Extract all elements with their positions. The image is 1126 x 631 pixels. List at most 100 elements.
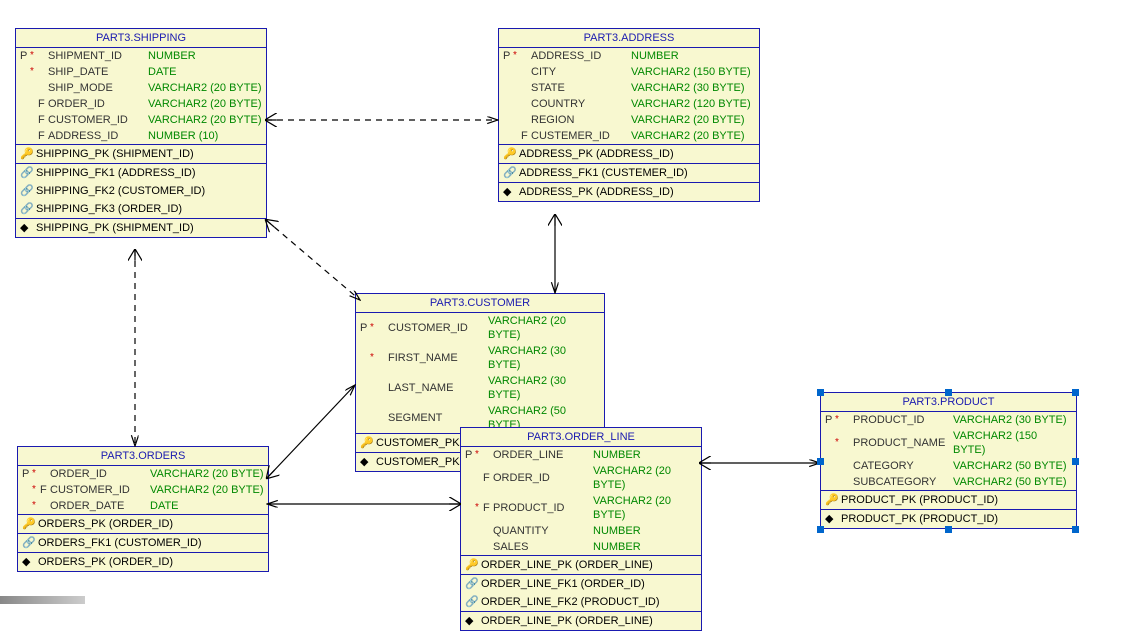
selection-handle[interactable] [945,389,952,396]
columns-section: P*CUSTOMER_IDVARCHAR2 (20 BYTE)*FIRST_NA… [356,313,604,434]
entity-title: PART3.ADDRESS [499,29,759,48]
entity-orders[interactable]: PART3.ORDERS P*ORDER_IDVARCHAR2 (20 BYTE… [17,446,269,572]
pk-row: 🔑ORDER_LINE_PK (ORDER_LINE) [461,556,701,575]
index-icon: ◆ [20,221,36,235]
selection-handle[interactable] [817,526,824,533]
pk-label: SHIPPING_PK (SHIPMENT_ID) [36,147,194,161]
column-row: SUBCATEGORYVARCHAR2 (50 BYTE) [821,474,1076,490]
pk-row: 🔑ORDERS_PK (ORDER_ID) [18,515,268,534]
column-type: VARCHAR2 (20 BYTE) [593,464,697,492]
selection-handle[interactable] [1072,526,1079,533]
fk-row: 🔗ADDRESS_FK1 (CUSTEMER_ID) [499,164,759,182]
selection-handle[interactable] [945,526,952,533]
column-row: SHIP_MODEVARCHAR2 (20 BYTE) [16,80,266,96]
pk-label: ORDER_LINE_PK (ORDER_LINE) [481,558,653,572]
column-type: VARCHAR2 (30 BYTE) [631,81,755,95]
fk-icon: 🔗 [20,184,36,198]
fk-label: ORDERS_FK1 (CUSTOMER_ID) [38,536,202,550]
key-icon: 🔑 [22,517,38,531]
column-type: DATE [150,499,264,513]
column-row: CITYVARCHAR2 (150 BYTE) [499,64,759,80]
column-name: ORDER_ID [493,471,593,485]
idx-row: ◆SHIPPING_PK (SHIPMENT_ID) [16,219,266,237]
column-type: VARCHAR2 (20 BYTE) [150,483,264,497]
selection-handle[interactable] [817,389,824,396]
fk-icon: 🔗 [465,577,481,591]
column-type: NUMBER [631,49,755,63]
fk-row: 🔗ORDER_LINE_FK1 (ORDER_ID) [461,575,701,593]
columns-section: P*PRODUCT_IDVARCHAR2 (30 BYTE)*PRODUCT_N… [821,412,1076,491]
column-name: CUSTOMER_ID [48,113,148,127]
fk-section: 🔗SHIPPING_FK1 (ADDRESS_ID)🔗SHIPPING_FK2 … [16,164,266,219]
column-name: ADDRESS_ID [531,49,631,63]
column-name: ADDRESS_ID [48,129,148,143]
column-name: SHIP_MODE [48,81,148,95]
column-row: LAST_NAMEVARCHAR2 (30 BYTE) [356,373,604,403]
entity-title: PART3.ORDER_LINE [461,428,701,447]
column-row: *FIRST_NAMEVARCHAR2 (30 BYTE) [356,343,604,373]
column-type: VARCHAR2 (20 BYTE) [148,113,262,127]
column-type: VARCHAR2 (150 BYTE) [953,429,1072,457]
selection-handle[interactable] [1072,389,1079,396]
entity-order-line[interactable]: PART3.ORDER_LINE P*ORDER_LINENUMBERFORDE… [460,427,702,631]
key-icon: 🔑 [465,558,481,572]
column-type: NUMBER (10) [148,129,262,143]
idx-label: SHIPPING_PK (SHIPMENT_ID) [36,221,194,235]
pk-label: PRODUCT_PK (PRODUCT_ID) [841,493,998,507]
column-row: FCUSTEMER_IDVARCHAR2 (20 BYTE) [499,128,759,144]
entity-address[interactable]: PART3.ADDRESS P*ADDRESS_IDNUMBERCITYVARC… [498,28,760,202]
column-row: FORDER_IDVARCHAR2 (20 BYTE) [16,96,266,112]
column-name: CUSTEMER_ID [531,129,631,143]
column-name: CATEGORY [853,459,953,473]
idx-row: ◆ADDRESS_PK (ADDRESS_ID) [499,183,759,201]
column-row: *PRODUCT_NAMEVARCHAR2 (150 BYTE) [821,428,1076,458]
column-name: REGION [531,113,631,127]
columns-section: P*ADDRESS_IDNUMBERCITYVARCHAR2 (150 BYTE… [499,48,759,145]
column-name: SALES [493,540,593,554]
column-type: VARCHAR2 (20 BYTE) [631,129,755,143]
entity-product[interactable]: PART3.PRODUCT P*PRODUCT_IDVARCHAR2 (30 B… [820,392,1077,529]
fk-label: SHIPPING_FK3 (ORDER_ID) [36,202,182,216]
selection-handle[interactable] [1072,458,1079,465]
key-icon: 🔑 [503,147,519,161]
column-row: FCUSTOMER_IDVARCHAR2 (20 BYTE) [16,112,266,128]
column-row: P*ORDER_IDVARCHAR2 (20 BYTE) [18,466,268,482]
entity-shipping[interactable]: PART3.SHIPPING P*SHIPMENT_IDNUMBER*SHIP_… [15,28,267,238]
columns-section: P*SHIPMENT_IDNUMBER*SHIP_DATEDATESHIP_MO… [16,48,266,145]
column-row: SALESNUMBER [461,539,701,555]
fk-icon: 🔗 [20,166,36,180]
column-type: NUMBER [593,540,697,554]
index-icon: ◆ [22,555,38,569]
column-name: CITY [531,65,631,79]
column-name: ORDER_LINE [493,448,593,462]
fk-section: 🔗ORDERS_FK1 (CUSTOMER_ID) [18,534,268,553]
idx-label: ORDERS_PK (ORDER_ID) [38,555,173,569]
key-icon: 🔑 [20,147,36,161]
selection-handle[interactable] [817,458,824,465]
column-row: CATEGORYVARCHAR2 (50 BYTE) [821,458,1076,474]
index-icon: ◆ [503,185,519,199]
fk-row: 🔗ORDERS_FK1 (CUSTOMER_ID) [18,534,268,552]
fk-label: ADDRESS_FK1 (CUSTEMER_ID) [519,166,688,180]
columns-section: P*ORDER_LINENUMBERFORDER_IDVARCHAR2 (20 … [461,447,701,556]
column-type: VARCHAR2 (150 BYTE) [631,65,755,79]
column-name: COUNTRY [531,97,631,111]
fk-row: 🔗SHIPPING_FK3 (ORDER_ID) [16,200,266,218]
column-type: DATE [148,65,262,79]
column-name: CUSTOMER_ID [50,483,150,497]
pk-row: 🔑SHIPPING_PK (SHIPMENT_ID) [16,145,266,164]
column-row: *SHIP_DATEDATE [16,64,266,80]
column-type: NUMBER [593,448,697,462]
column-type: VARCHAR2 (20 BYTE) [148,97,262,111]
column-row: REGIONVARCHAR2 (20 BYTE) [499,112,759,128]
pk-label: ADDRESS_PK (ADDRESS_ID) [519,147,674,161]
column-type: VARCHAR2 (20 BYTE) [631,113,755,127]
column-type: VARCHAR2 (20 BYTE) [488,314,600,342]
entity-title: PART3.ORDERS [18,447,268,466]
column-type: VARCHAR2 (50 BYTE) [953,459,1072,473]
column-name: FIRST_NAME [388,351,488,365]
index-icon: ◆ [360,455,376,469]
column-row: QUANTITYNUMBER [461,523,701,539]
fk-icon: 🔗 [22,536,38,550]
idx-row: ◆ORDER_LINE_PK (ORDER_LINE) [461,612,701,630]
